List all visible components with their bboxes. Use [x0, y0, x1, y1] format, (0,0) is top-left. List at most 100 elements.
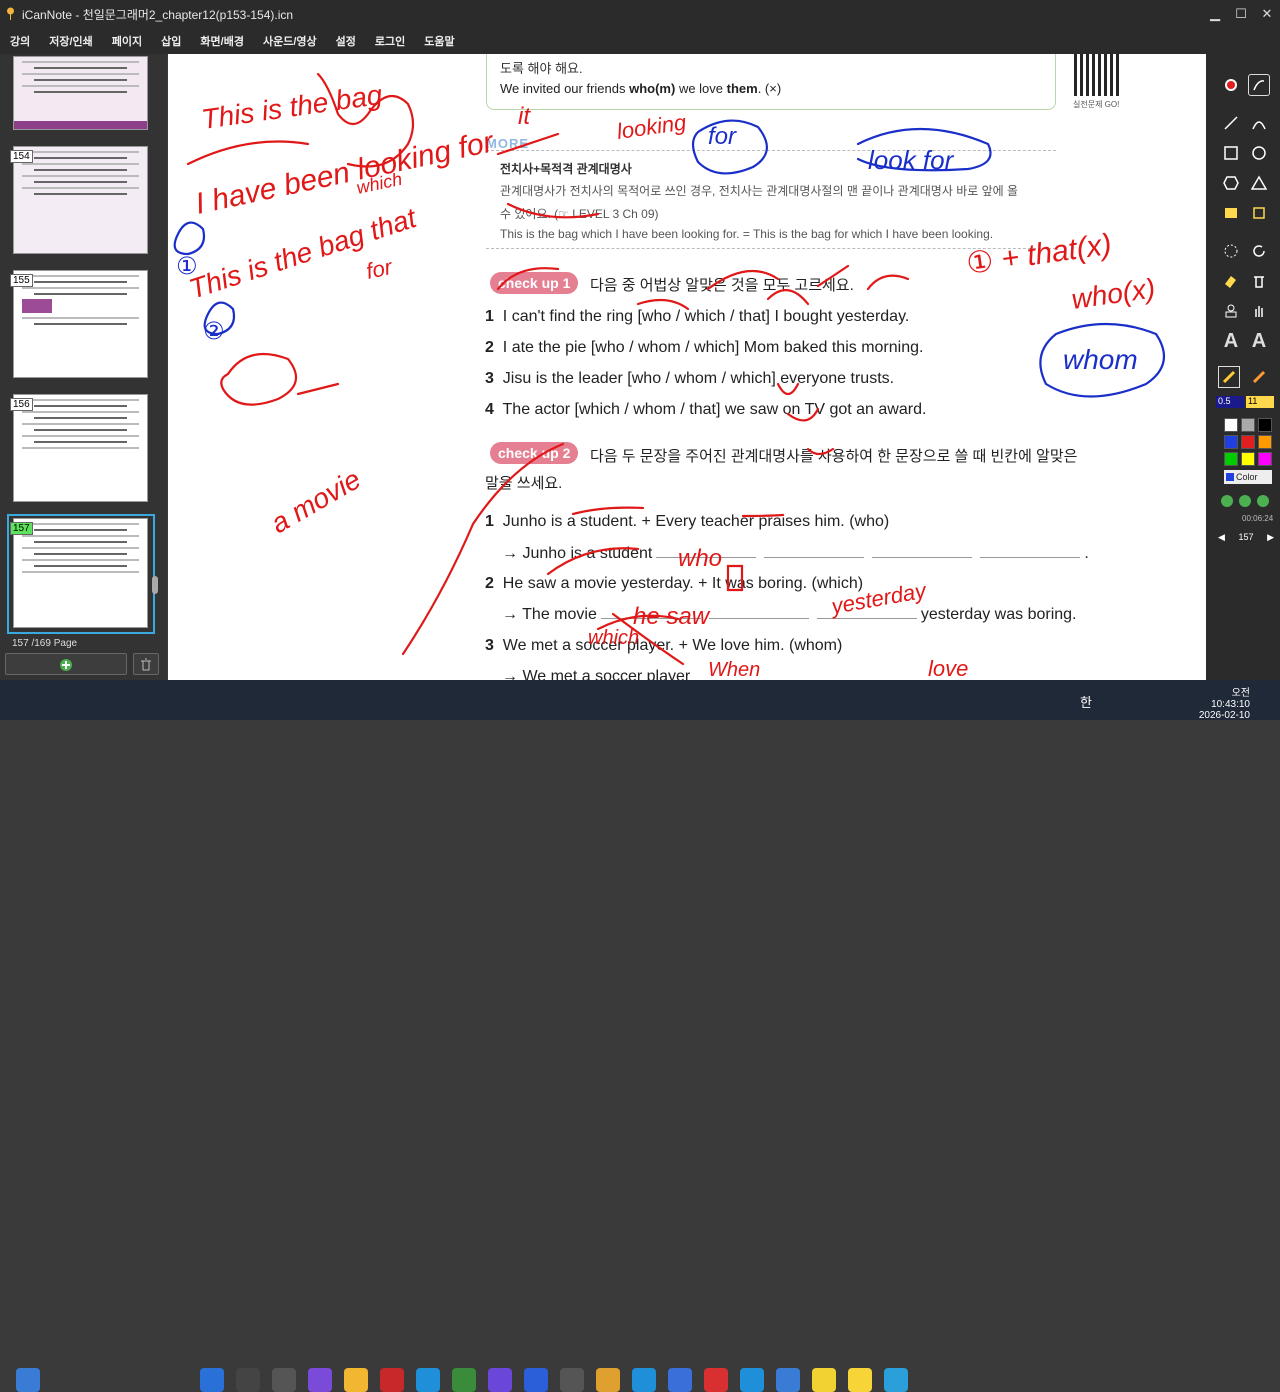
note-page[interactable]: 도록 해야 해요. We invited our friends who(m) …	[168, 54, 1206, 680]
page-indicator: 157 /169 Page	[12, 638, 77, 649]
stop-button[interactable]	[1252, 490, 1274, 512]
text-size-tool[interactable]: A	[1248, 330, 1270, 352]
icannote-icon[interactable]	[560, 1368, 584, 1392]
file-explorer-icon[interactable]	[344, 1368, 368, 1392]
ime-indicator[interactable]: 한	[1080, 692, 1092, 711]
add-page-button[interactable]	[5, 653, 127, 675]
menu-item-lecture[interactable]: 강의	[10, 33, 30, 49]
shape-tool[interactable]	[1220, 300, 1242, 322]
hand-tool[interactable]	[1248, 300, 1270, 322]
color-swatch-yellow[interactable]	[1241, 452, 1255, 466]
app-icon-zoom[interactable]	[740, 1368, 764, 1392]
app-icon-dark[interactable]	[776, 1368, 800, 1392]
check1-item-1: 1 I can't find the ring [who / which / t…	[485, 308, 910, 325]
acrobat-icon[interactable]	[380, 1368, 404, 1392]
kakaotalk-icon[interactable]	[848, 1368, 872, 1392]
k-app-icon[interactable]	[416, 1368, 440, 1392]
more-body-2: 수 있어요. (☞ LEVEL 3 Ch 09)	[500, 207, 659, 221]
pause-icon	[1239, 495, 1251, 507]
menu-item-page[interactable]: 페이지	[112, 33, 142, 49]
play-icon	[1221, 495, 1233, 507]
sticky-note-tool[interactable]	[1220, 202, 1242, 224]
check-up-1-instruction: 다음 중 어법상 알맞은 것을 모두 고르세요.	[590, 277, 854, 294]
lasso-tool[interactable]	[1220, 240, 1242, 262]
app-icon-video[interactable]	[704, 1368, 728, 1392]
taskbar: 한	[0, 680, 1280, 1392]
thumbnail-page-154[interactable]	[13, 146, 148, 254]
thumbnail-page-153[interactable]	[13, 56, 148, 130]
font-size-select[interactable]: 11	[1246, 396, 1274, 408]
menu-item-help[interactable]: 도움말	[424, 33, 454, 49]
qr-code	[1074, 54, 1122, 96]
minimize-button[interactable]: ▁	[1202, 0, 1228, 28]
task-view-icon[interactable]	[272, 1368, 296, 1392]
menu-item-settings[interactable]: 설정	[336, 33, 356, 49]
text-tool[interactable]: A	[1220, 330, 1242, 352]
color-label: Color	[1236, 472, 1258, 482]
app-icon-arrow[interactable]	[524, 1368, 548, 1392]
close-button[interactable]: ✕	[1254, 0, 1280, 28]
nav-page-number: 157	[1238, 532, 1254, 542]
triangle-icon	[1251, 175, 1267, 190]
arc-tool[interactable]	[1248, 112, 1270, 134]
thumbnail-page-156[interactable]	[13, 394, 148, 502]
highlighter-tool[interactable]	[1248, 366, 1270, 388]
check1-item-2: 2 I ate the pie [who / whom / which] Mom…	[485, 339, 924, 356]
menu-item-sound-video[interactable]: 사운드/영상	[263, 33, 317, 49]
more-title: 전치사+목적격 관계대명사	[500, 162, 632, 176]
thumbnail-number: 155	[10, 274, 33, 287]
edge-icon[interactable]	[632, 1368, 656, 1392]
app-icon-globe[interactable]	[668, 1368, 692, 1392]
crop-tool[interactable]	[1248, 202, 1270, 224]
next-page-button[interactable]: ▶	[1267, 532, 1274, 543]
color-swatch-gray[interactable]	[1241, 418, 1255, 432]
maximize-button[interactable]: ☐	[1228, 0, 1254, 28]
record-button[interactable]	[1220, 74, 1242, 96]
color-swatch-orange[interactable]	[1258, 435, 1272, 449]
divider	[486, 150, 1056, 151]
search-icon[interactable]	[236, 1368, 260, 1392]
chrome-icon[interactable]	[596, 1368, 620, 1392]
clear-tool[interactable]	[1248, 270, 1270, 292]
store-icon[interactable]	[452, 1368, 476, 1392]
eraser-tool[interactable]	[1220, 270, 1242, 292]
check-up-2-label: check up 2	[490, 442, 579, 464]
color-swatch-black[interactable]	[1258, 418, 1272, 432]
rectangle-tool[interactable]	[1220, 142, 1242, 164]
app-icon-pen[interactable]	[884, 1368, 908, 1392]
menu-item-screen-bg[interactable]: 화면/배경	[200, 33, 244, 49]
circle-tool[interactable]	[1248, 142, 1270, 164]
clock-time: 오전 10:43:10	[1211, 688, 1250, 710]
copilot-icon[interactable]	[308, 1368, 332, 1392]
triangle-tool[interactable]	[1248, 172, 1270, 194]
color-swatch-blue[interactable]	[1224, 435, 1238, 449]
color-swatch-white[interactable]	[1224, 418, 1238, 432]
menu-item-save-print[interactable]: 저장/인쇄	[49, 33, 93, 49]
delete-page-button[interactable]	[133, 653, 159, 675]
color-picker[interactable]: Color	[1224, 470, 1272, 484]
app-icon-b[interactable]	[488, 1368, 512, 1392]
menu-item-login[interactable]: 로그인	[375, 33, 405, 49]
add-icon	[60, 659, 72, 671]
system-clock[interactable]: 오전 10:43:10 2026-02-10	[1190, 684, 1250, 721]
check-up-2-instruction-2: 말을 쓰세요.	[485, 475, 563, 492]
weather-widget[interactable]	[16, 1368, 40, 1392]
redo-tool[interactable]	[1248, 240, 1270, 262]
start-button[interactable]	[200, 1368, 224, 1392]
color-swatch-magenta[interactable]	[1258, 452, 1272, 466]
prev-page-button[interactable]: ◀	[1218, 532, 1225, 543]
pen-tool[interactable]	[1218, 366, 1240, 388]
more-body-1: 관계대명사가 전치사의 목적어로 쓰인 경우, 전치사는 관계대명사절의 맨 끝…	[500, 184, 1019, 198]
thumbnail-scrollbar[interactable]	[152, 576, 158, 594]
color-swatch-green[interactable]	[1224, 452, 1238, 466]
thumbnail-number: 154	[10, 150, 33, 163]
menu-item-insert[interactable]: 삽입	[161, 33, 181, 49]
hexagon-tool[interactable]	[1220, 172, 1242, 194]
color-swatch-red[interactable]	[1241, 435, 1255, 449]
pen-size-select[interactable]: 0.5	[1216, 396, 1244, 408]
sticky-notes-icon[interactable]	[812, 1368, 836, 1392]
thumbnail-page-155[interactable]	[13, 270, 148, 378]
line-tool[interactable]	[1220, 112, 1242, 134]
thumbnail-page-157[interactable]	[13, 518, 148, 628]
pen-curve-tool[interactable]	[1248, 74, 1270, 96]
